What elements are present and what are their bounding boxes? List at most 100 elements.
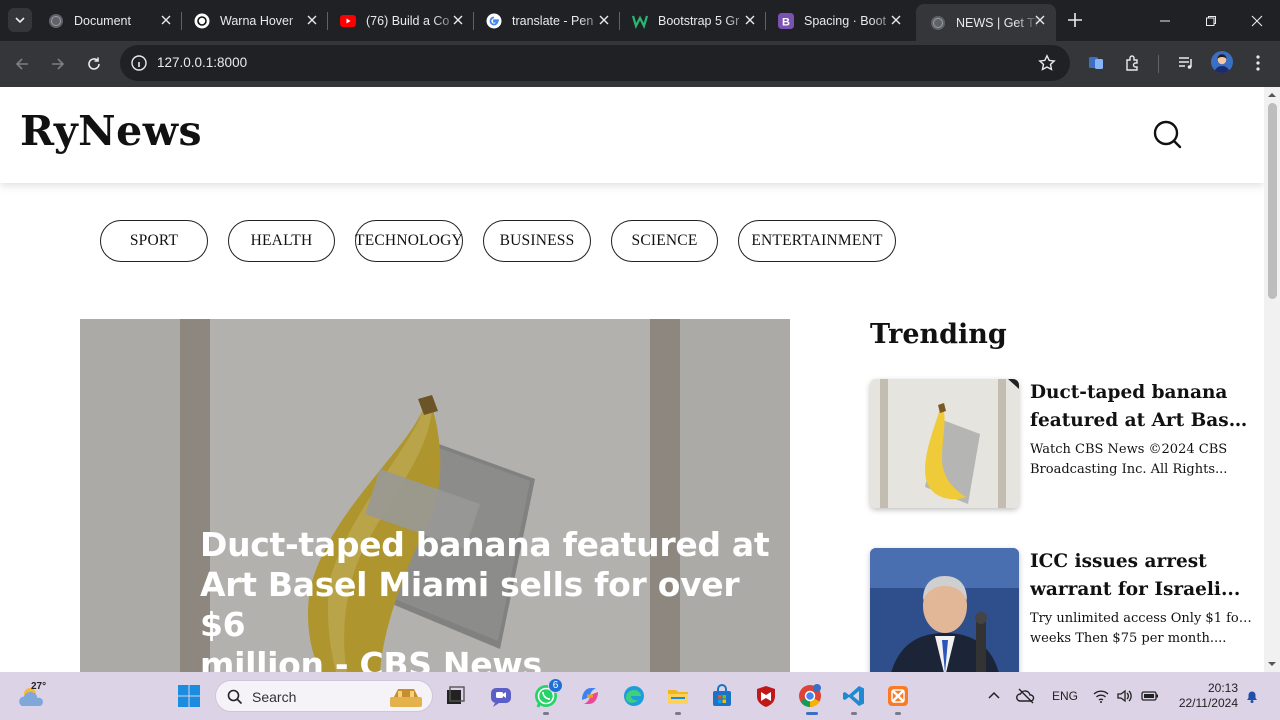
browser-tab-active[interactable]: NEWS | Get Th (916, 4, 1056, 41)
back-button[interactable] (10, 52, 34, 76)
wifi-icon (1093, 690, 1109, 703)
close-icon[interactable] (596, 12, 612, 28)
browser-tab[interactable]: Bootstrap 5 Gr (618, 0, 766, 41)
tab-title: Spacing · Boot (804, 13, 886, 28)
taskbar-search[interactable]: Search (215, 680, 433, 712)
category-science[interactable]: SCIENCE (611, 220, 718, 262)
edge-app[interactable] (620, 682, 648, 710)
browser-tab[interactable]: (76) Build a Co (326, 0, 474, 41)
plus-icon (1068, 13, 1082, 27)
mcafee-shield-icon (757, 686, 775, 707)
browser-tab[interactable]: Document (34, 0, 182, 41)
minimize-button[interactable] (1142, 0, 1188, 41)
trending-card[interactable]: ICC issues arrest warrant for Israeli...… (870, 548, 1252, 672)
browser-tab[interactable]: Warna Hover (180, 0, 328, 41)
browser-tab[interactable]: B Spacing · Boot (764, 0, 912, 41)
media-control-icon[interactable] (1175, 52, 1197, 74)
new-tab-button[interactable] (1066, 11, 1084, 29)
trending-thumbnail[interactable] (870, 379, 1019, 508)
reload-icon (88, 57, 100, 70)
politician-thumbnail-image (870, 548, 1019, 672)
scrollbar-thumb[interactable] (1268, 103, 1277, 299)
chrome-app[interactable] (796, 682, 824, 710)
google-icon (486, 13, 502, 29)
wifi-status[interactable] (1091, 686, 1111, 706)
show-hidden-icons-button[interactable] (984, 686, 1004, 706)
xampp-icon (888, 686, 908, 706)
cloud-off-icon (1016, 688, 1035, 704)
speaker-icon (1117, 689, 1132, 703)
page-viewport: RyNews SPORT HEALTH TECHNOLOGY BUSINESS … (0, 87, 1264, 672)
vscode-app[interactable] (840, 682, 868, 710)
reload-button[interactable] (82, 52, 106, 76)
address-bar[interactable]: 127.0.0.1:8000 (120, 45, 1070, 81)
tab-title: NEWS | Get Th (956, 15, 1040, 30)
close-icon[interactable] (450, 12, 466, 28)
copilot-app[interactable] (576, 682, 604, 710)
tab-search-button[interactable] (8, 8, 32, 32)
category-sport[interactable]: SPORT (100, 220, 208, 262)
trending-headline[interactable]: Duct-taped banana featured at Art Basel.… (1030, 379, 1258, 435)
chrome-icon (799, 684, 821, 707)
close-icon[interactable] (1032, 12, 1048, 28)
xampp-app[interactable] (884, 682, 912, 710)
scroll-up-arrow-icon[interactable] (1268, 91, 1276, 99)
profile-avatar[interactable] (1211, 51, 1233, 73)
task-view-button[interactable] (441, 682, 469, 710)
category-technology[interactable]: TECHNOLOGY (355, 220, 463, 262)
microsoft-store-app[interactable] (708, 682, 736, 710)
browser-tab[interactable]: translate - Pen (472, 0, 620, 41)
restore-button[interactable] (1188, 0, 1234, 41)
volume-status[interactable] (1115, 686, 1135, 706)
extensions-puzzle-icon[interactable] (1122, 52, 1144, 74)
hero-title-line: million - CBS News (200, 645, 542, 672)
trending-headline[interactable]: ICC issues arrest warrant for Israeli... (1030, 548, 1258, 604)
close-icon (1251, 15, 1263, 26)
hero-article[interactable]: Duct-taped banana featured at Art Basel … (80, 319, 790, 672)
category-entertainment[interactable]: ENTERTAINMENT (738, 220, 896, 262)
description-line: Try unlimited access Only $1 for 4 (1030, 611, 1252, 626)
url-text[interactable]: 127.0.0.1:8000 (157, 55, 247, 70)
copilot-icon (582, 688, 598, 704)
tab-title: translate - Pen (512, 13, 594, 28)
hero-title[interactable]: Duct-taped banana featured at Art Basel … (200, 525, 780, 672)
site-logo[interactable]: RyNews (20, 107, 202, 155)
clock-date: 22/11/2024 (1178, 696, 1238, 710)
category-health[interactable]: HEALTH (228, 220, 335, 262)
description-line: Broadcasting Inc. All Rights... (1030, 462, 1228, 477)
menu-kebab-icon[interactable] (1247, 52, 1269, 74)
scroll-down-arrow-icon[interactable] (1268, 660, 1276, 668)
battery-status[interactable] (1140, 686, 1160, 706)
running-indicator (675, 712, 681, 715)
category-business[interactable]: BUSINESS (483, 220, 591, 262)
forward-button[interactable] (46, 52, 70, 76)
system-clock[interactable]: 20:13 22/11/2024 (1168, 681, 1238, 711)
info-icon[interactable] (130, 54, 148, 72)
trending-card[interactable]: Duct-taped banana featured at Art Basel.… (870, 379, 1258, 519)
headline-line: ICC issues arrest (1030, 551, 1207, 572)
bookmark-star-icon[interactable] (1038, 54, 1056, 72)
weather-temperature: 27° (31, 681, 47, 692)
whatsapp-notification-badge: 6 (548, 678, 563, 693)
trending-thumbnail[interactable] (870, 548, 1019, 672)
input-language[interactable]: ENG (1052, 689, 1078, 703)
close-icon[interactable] (158, 12, 174, 28)
mcafee-app[interactable] (752, 682, 780, 710)
notifications-button[interactable] (1242, 686, 1262, 706)
arrow-right-icon (52, 58, 65, 70)
close-window-button[interactable] (1234, 0, 1280, 41)
cloud-sync-status[interactable] (1016, 686, 1036, 706)
file-explorer-app[interactable] (664, 682, 692, 710)
teams-app[interactable] (487, 682, 515, 710)
translate-extension-icon[interactable] (1085, 52, 1107, 74)
close-icon[interactable] (742, 12, 758, 28)
close-icon[interactable] (888, 12, 904, 28)
start-button[interactable] (175, 682, 203, 710)
page-scrollbar[interactable] (1264, 87, 1280, 672)
trending-description: Watch CBS News ©2024 CBS Broadcasting In… (1030, 440, 1252, 480)
banana-thumbnail-image (870, 379, 1019, 508)
close-icon[interactable] (304, 12, 320, 28)
globe-icon (48, 13, 64, 29)
search-icon[interactable] (1151, 119, 1183, 151)
hero-title-line: Duct-taped banana featured at (200, 525, 770, 564)
